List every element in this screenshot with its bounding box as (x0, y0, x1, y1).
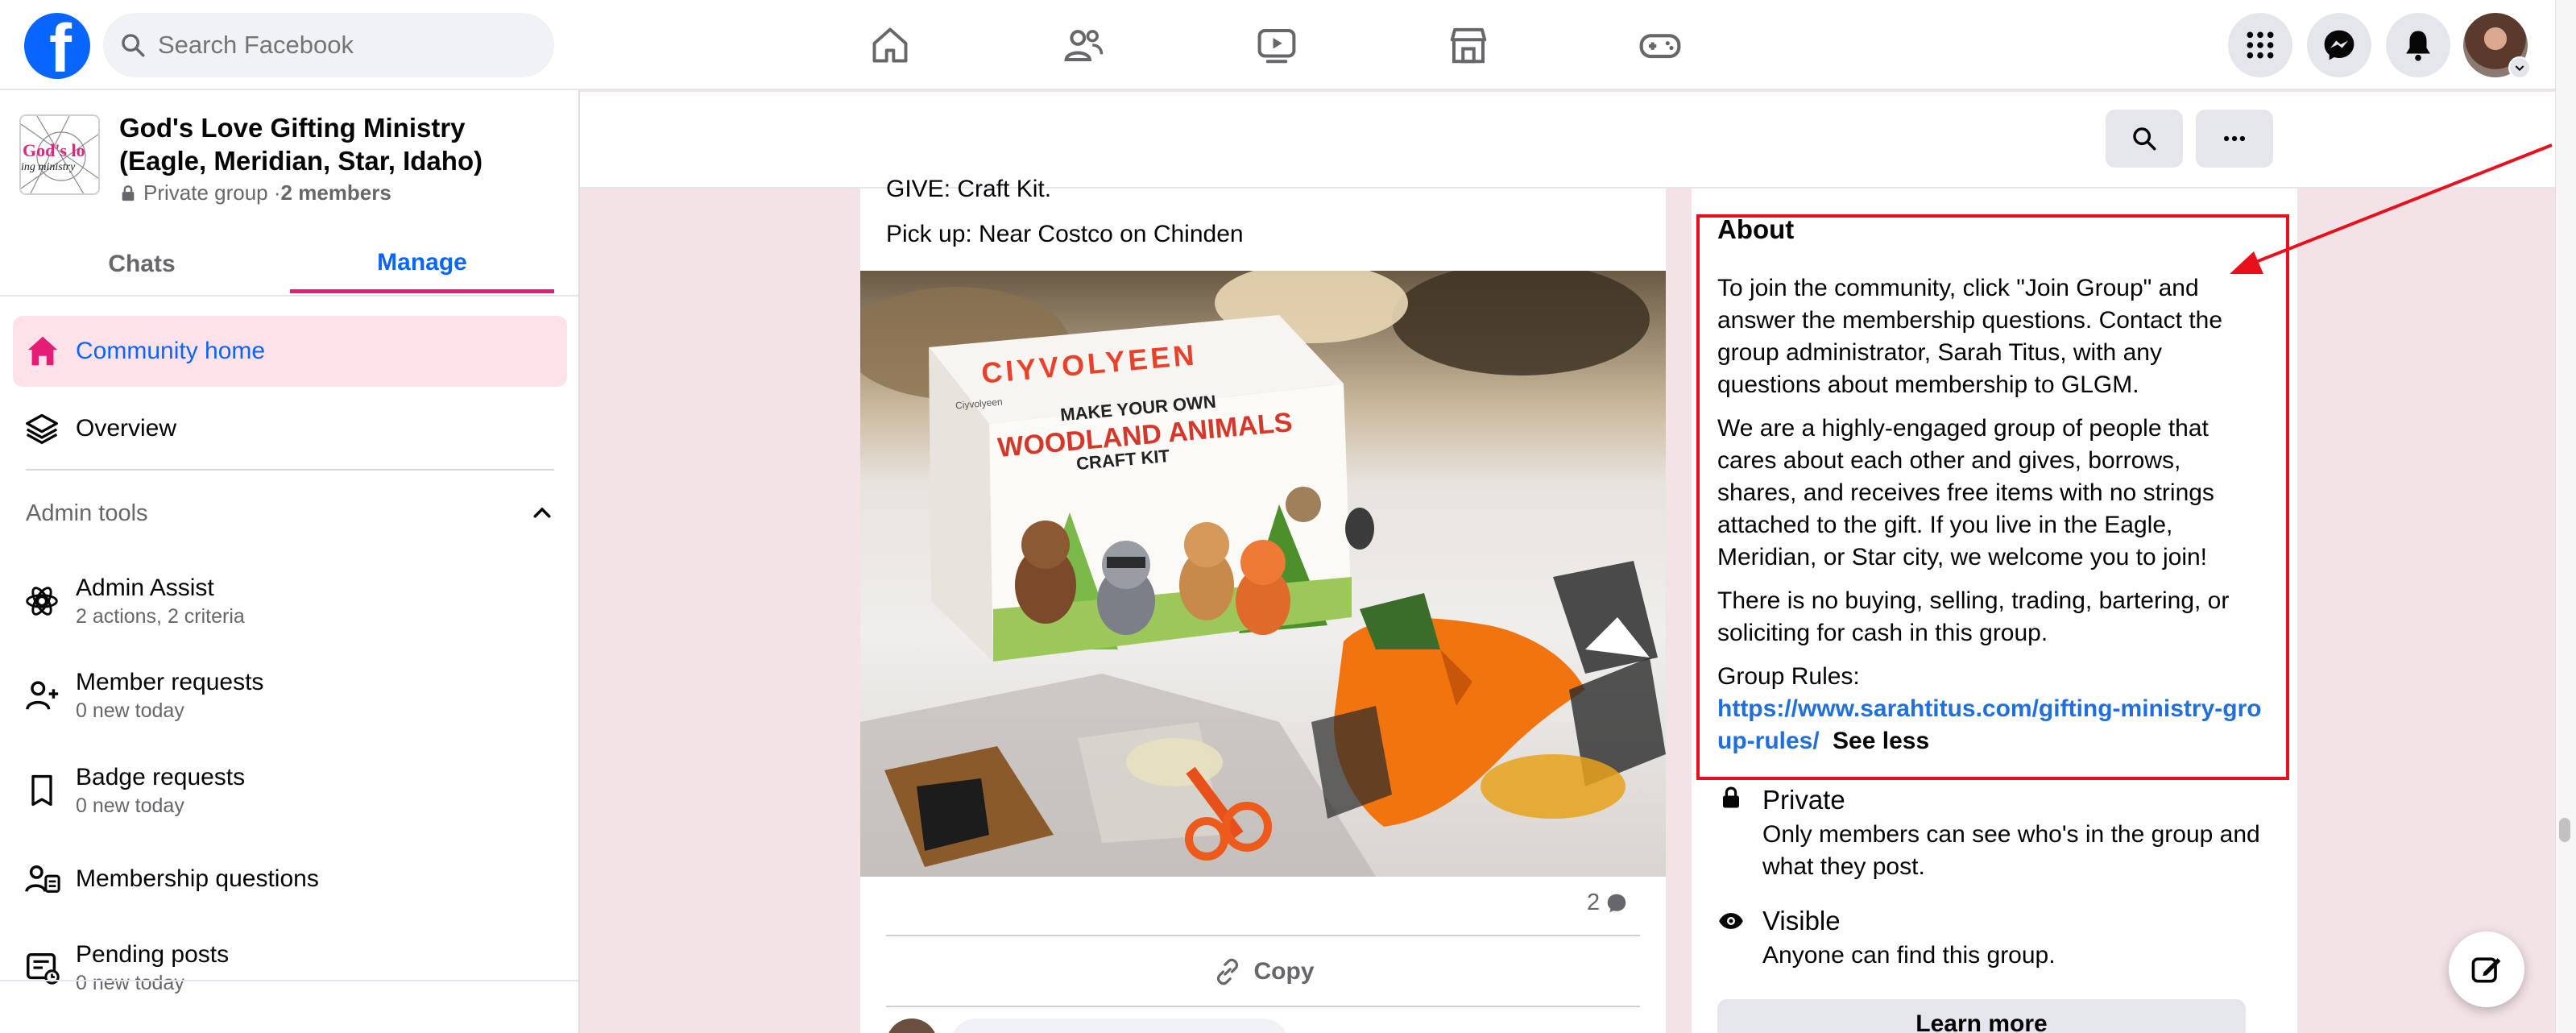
messenger-icon (2324, 30, 2354, 60)
comment-count[interactable]: 2 (1587, 890, 1629, 916)
sidebar-item-badge-requests[interactable]: Badge requests 0 new today (13, 746, 567, 835)
member-requests-title: Member requests (76, 668, 264, 695)
post-bottom-divider (886, 1006, 1640, 1007)
video-icon (1257, 28, 1296, 64)
bell-icon (2406, 31, 2430, 61)
post-photo[interactable]: CIYVOLYEEN Ciyvolyeen MAKE YOUR OWN WOOD… (860, 271, 1666, 877)
post-text-line1: GIVE: Craft Kit. (886, 176, 1052, 202)
compose-icon (2471, 957, 2501, 983)
page-scrollbar-thumb[interactable] (2559, 818, 2570, 842)
commenter-avatar[interactable] (886, 1018, 938, 1033)
comment-bubble[interactable] (950, 1018, 1289, 1033)
top-navigation-bar: f (0, 0, 2555, 90)
sidebar-item-label: Overview (76, 415, 177, 442)
watch-tab[interactable] (1240, 16, 1313, 74)
friends-icon (1064, 30, 1104, 62)
group-sidebar: God's lo ing ministry God's Love Gifting… (0, 90, 580, 1033)
admin-tools-label: Admin tools (26, 500, 148, 526)
search-icon (122, 34, 145, 57)
copy-label: Copy (1253, 958, 1315, 985)
tab-manage-label: Manage (377, 248, 467, 276)
home-tab[interactable] (854, 16, 926, 74)
pending-posts-title: Pending posts (76, 940, 230, 968)
annotation-arrow (2230, 143, 2553, 274)
post-action-divider (886, 935, 1640, 936)
sidebar-bottom-divider (0, 980, 578, 981)
logo-text-bottom: ing ministry (21, 161, 76, 173)
sidebar-item-pending-posts[interactable]: Pending posts 0 new today (13, 923, 567, 1012)
pending-posts-subtitle: 0 new today (76, 971, 184, 994)
copy-button[interactable]: Copy (1182, 948, 1344, 996)
group-title-line1: God's Love Gifting Ministry (119, 113, 466, 143)
sidebar-divider (26, 469, 554, 471)
sidebar-item-label: Community home (76, 338, 266, 364)
lock-icon (1723, 786, 1739, 808)
private-title: Private (1762, 785, 1845, 815)
admin-tools-header[interactable]: Admin tools (13, 485, 567, 541)
friends-tab[interactable] (1047, 16, 1120, 74)
membership-questions-icon (25, 865, 60, 893)
badge-requests-title: Badge requests (76, 763, 246, 790)
eye-icon (1719, 913, 1743, 929)
group-title[interactable]: God's Love Gifting Ministry (Eagle, Meri… (119, 111, 570, 177)
marketplace-tab[interactable] (1432, 16, 1505, 74)
comment-bubble-icon (1607, 894, 1626, 912)
messenger-button[interactable] (2307, 13, 2371, 77)
facebook-logo[interactable]: f (24, 13, 90, 79)
home-icon (27, 336, 58, 366)
grid-menu-icon (2247, 31, 2274, 59)
add-person-icon (26, 681, 59, 710)
account-chevron-icon[interactable] (2508, 56, 2531, 79)
notifications-button[interactable] (2386, 13, 2450, 77)
annotation-highlight-box (1696, 214, 2289, 780)
compose-message-button[interactable] (2449, 931, 2524, 1007)
post-card: GIVE: Craft Kit. Pick up: Near Costco on… (860, 176, 1666, 1033)
tab-manage[interactable]: Manage (290, 235, 554, 293)
admin-assist-icon (26, 587, 58, 616)
marketplace-icon (1450, 27, 1487, 64)
chevron-up-icon[interactable] (530, 501, 554, 525)
layers-icon (26, 413, 58, 445)
tabs-divider (0, 295, 578, 297)
group-logo[interactable]: God's lo ing ministry (19, 114, 100, 195)
search-icon (2133, 127, 2156, 151)
group-privacy-info: Private group · 2 members (119, 180, 391, 205)
badge-icon (31, 774, 52, 807)
search-bar[interactable] (103, 13, 554, 77)
sidebar-item-overview[interactable]: Overview (13, 395, 567, 463)
gaming-controller-icon (1639, 34, 1681, 59)
learn-more-button[interactable]: Learn more (1717, 999, 2246, 1033)
sidebar-item-membership-questions[interactable]: Membership questions (13, 844, 567, 914)
private-description: Only members can see who's in the group … (1762, 821, 2260, 880)
home-icon (872, 27, 908, 63)
learn-more-label: Learn more (1915, 1010, 2048, 1033)
member-count[interactable]: 2 members (281, 180, 391, 205)
sidebar-item-community-home[interactable]: Community home (13, 316, 567, 387)
comment-count-value: 2 (1587, 890, 1601, 915)
group-title-line2: (Eagle, Meridian, Star, Idaho) (119, 146, 483, 176)
sidebar-item-member-requests[interactable]: Member requests 0 new today (13, 651, 567, 740)
sidebar-item-admin-assist[interactable]: Admin Assist 2 actions, 2 criteria (13, 561, 567, 641)
lock-icon (122, 185, 135, 201)
tab-chats[interactable]: Chats (13, 235, 271, 293)
gaming-tab[interactable] (1624, 16, 1696, 74)
admin-assist-subtitle: 2 actions, 2 criteria (76, 604, 245, 628)
visible-description: Anyone can find this group. (1762, 942, 2056, 969)
privacy-label: Private group · (143, 180, 281, 205)
tab-chats-label: Chats (108, 251, 176, 277)
post-text-line2: Pick up: Near Costco on Chinden (886, 221, 1244, 247)
page-scrollbar[interactable] (2555, 0, 2576, 1033)
menu-button[interactable] (2228, 13, 2292, 77)
logo-text-top: God's lo (23, 140, 85, 160)
search-input[interactable] (158, 31, 528, 60)
visible-title: Visible (1762, 906, 1841, 936)
group-search-button[interactable] (2106, 110, 2183, 168)
admin-assist-title: Admin Assist (76, 574, 214, 601)
member-requests-subtitle: 0 new today (76, 699, 184, 722)
badge-requests-subtitle: 0 new today (76, 794, 184, 817)
link-icon (1216, 958, 1238, 985)
membership-questions-title: Membership questions (76, 865, 319, 892)
